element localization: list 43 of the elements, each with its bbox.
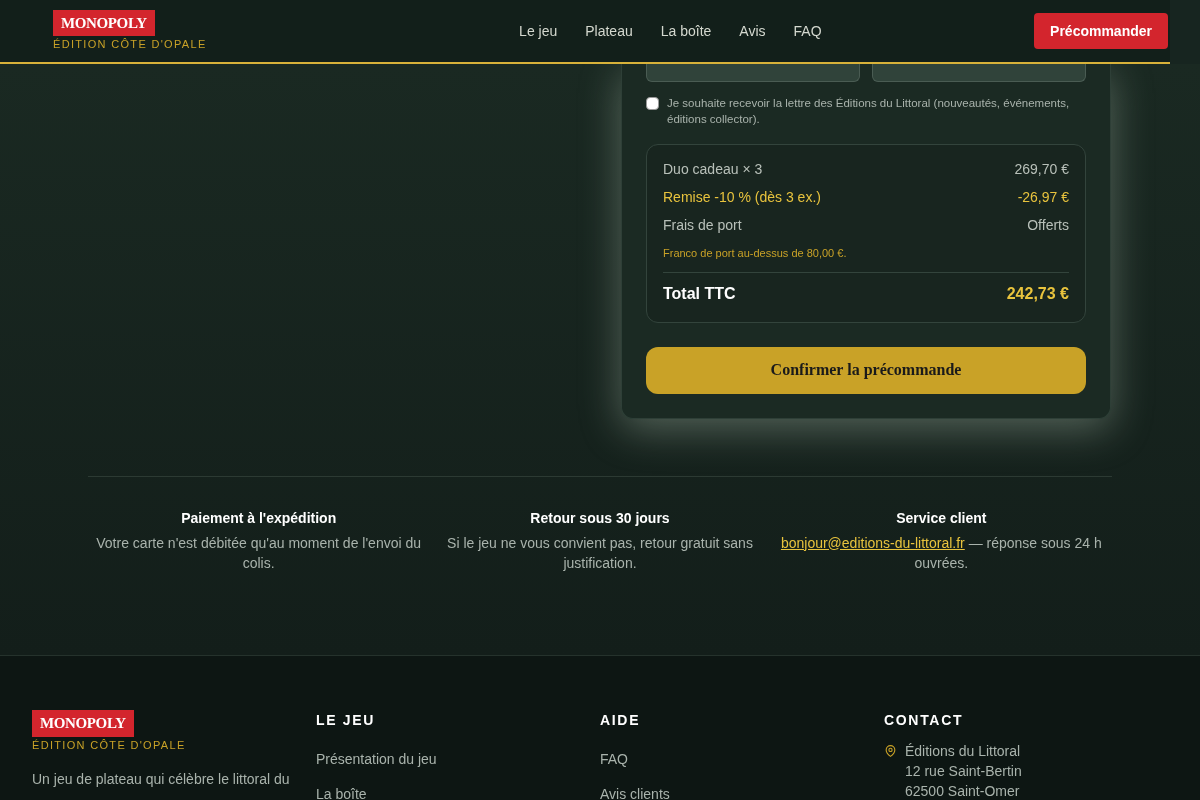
feature-text: Votre carte n'est débitée qu'au moment de l'envoi du colis. <box>95 533 423 573</box>
summary-label: Duo cadeau × 3 <box>663 160 763 179</box>
input-field[interactable] <box>646 64 860 82</box>
feature-title: Service client <box>896 508 987 528</box>
logo[interactable]: MONOPOLY <box>53 9 155 36</box>
footer-heading: AIDE <box>600 711 642 730</box>
location-pin-icon <box>884 743 897 759</box>
nav-link[interactable]: Plateau <box>585 20 633 42</box>
nav-link[interactable]: FAQ <box>793 20 822 42</box>
nav-link[interactable]: La boîte <box>660 20 712 42</box>
email-link[interactable]: bonjour@editions-du-littoral.fr <box>780 534 965 551</box>
feature-text: Si le jeu ne vous convient pas, retour gratuit sans justification. <box>446 533 754 573</box>
feature-title: Retour sous 30 jours <box>530 508 670 528</box>
total-amount: 242,73 € <box>1006 283 1069 304</box>
feature-text: bonjour@editions-du-littoral.fr — réponse sous 24 h ouvrées. <box>779 533 1103 573</box>
about-text: Un jeu de plateau qui célèbre le littoral du <box>32 770 291 789</box>
footer-link[interactable]: La boîte <box>316 784 600 800</box>
tagline: ÉDITION CÔTE D'OPALE <box>32 737 186 753</box>
footer-link[interactable]: Présentation du jeu <box>316 749 600 770</box>
summary-amount: Offerts <box>1027 216 1069 235</box>
preorder-button[interactable]: Précommander <box>1034 13 1168 49</box>
newsletter-checkbox[interactable] <box>646 97 659 110</box>
nav-link[interactable]: Avis <box>739 20 766 42</box>
confirm-button[interactable]: Confirmer la précommande <box>646 346 1086 394</box>
address-line: Éditions du Littoral <box>905 742 1022 761</box>
footer-heading: CONTACT <box>884 711 965 730</box>
feature-title: Paiement à l'expédition <box>181 508 337 528</box>
address-line: 62500 Saint-Omer <box>905 782 1021 800</box>
input-field[interactable] <box>872 64 1086 82</box>
nav-link[interactable]: Le jeu <box>519 20 558 42</box>
shipping-note: Franco de port au-dessus de 80,00 €. <box>663 245 1069 273</box>
logo[interactable]: MONOPOLY <box>32 710 134 737</box>
footer-link[interactable]: Avis clients <box>600 784 884 800</box>
newsletter-label: Je souhaite recevoir la lettre des Éditions du Littoral (nouveautés, événements, éditions collector). <box>667 96 1071 127</box>
footer-link[interactable]: FAQ <box>600 749 884 770</box>
total-label: Total TTC <box>663 283 736 304</box>
footer-heading: LE JEU <box>316 711 377 730</box>
summary-label: Frais de port <box>663 216 742 235</box>
summary-amount: -26,97 € <box>1017 188 1069 207</box>
tagline: ÉDITION CÔTE D'OPALE <box>53 37 207 52</box>
address-line: 12 rue Saint-Bertin <box>905 762 1022 781</box>
summary-amount: 269,70 € <box>1014 160 1069 179</box>
summary-label: Remise -10 % (dès 3 ex.) <box>663 188 821 207</box>
